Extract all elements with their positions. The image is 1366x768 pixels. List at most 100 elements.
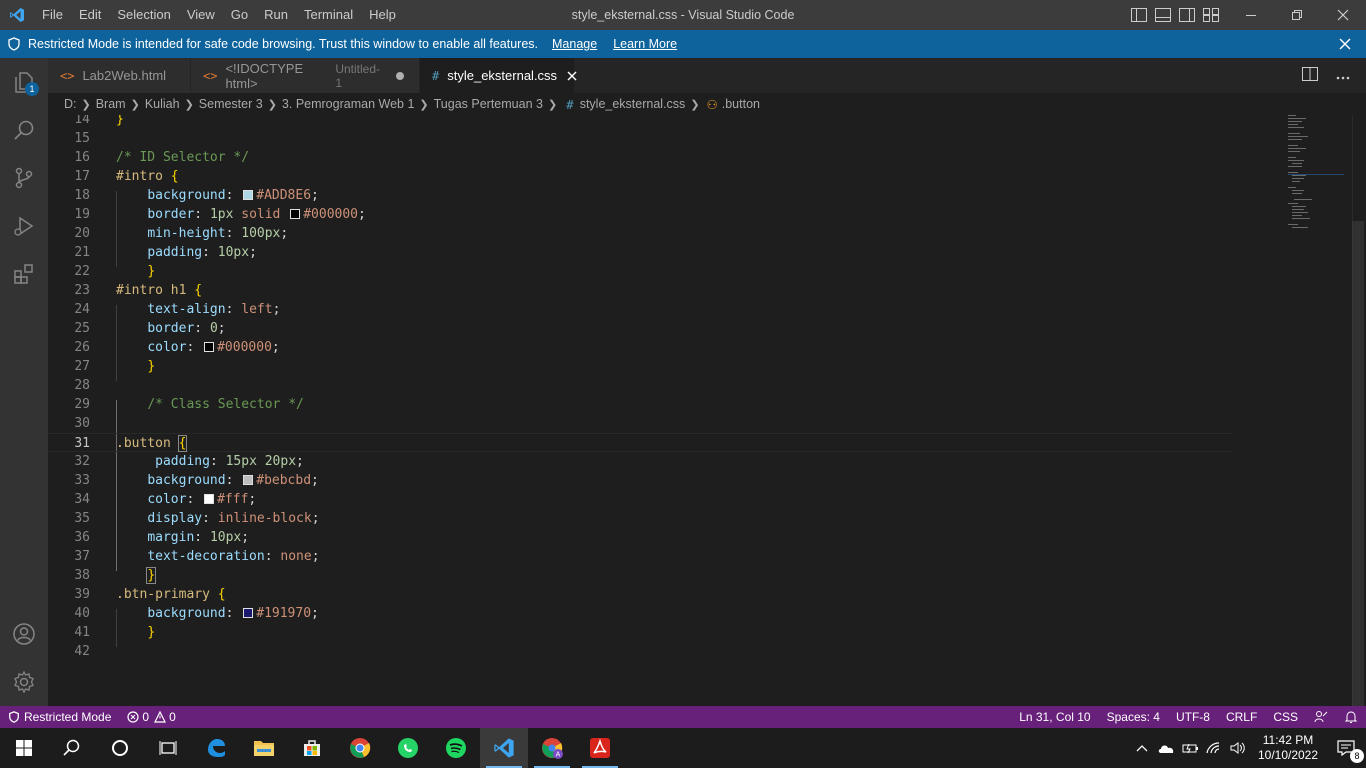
color-swatch[interactable]: [243, 608, 254, 618]
taskbar-search-icon[interactable]: [48, 728, 96, 768]
menu-selection[interactable]: Selection: [109, 0, 178, 30]
code-line: 33 background: #bebcbd;: [74, 473, 319, 488]
source-control-icon[interactable]: [0, 154, 48, 202]
extensions-icon[interactable]: [0, 250, 48, 298]
minimap[interactable]: [1280, 115, 1354, 706]
html-file-icon: <>: [60, 68, 75, 83]
eol-status[interactable]: CRLF: [1218, 706, 1265, 728]
code-line: 35 display: inline-block;: [74, 511, 320, 526]
manage-gear-icon[interactable]: [0, 658, 48, 706]
file-explorer-icon[interactable]: [240, 728, 288, 768]
svg-text:A: A: [556, 752, 561, 759]
restricted-mode-label: Restricted Mode: [24, 710, 112, 724]
menu-run[interactable]: Run: [256, 0, 296, 30]
acrobat-icon[interactable]: [576, 728, 624, 768]
code-line: 19 border: 1px solid #000000;: [74, 207, 366, 222]
breadcrumb-bram[interactable]: Bram: [96, 97, 126, 111]
search-icon[interactable]: [0, 106, 48, 154]
breadcrumb-pemrograman[interactable]: 3. Pemrograman Web 1: [282, 97, 414, 111]
tab-style-eksternal-css[interactable]: # style_eksternal.css: [420, 58, 577, 93]
microsoft-store-icon[interactable]: [288, 728, 336, 768]
edge-browser-icon[interactable]: [192, 728, 240, 768]
learn-more-link[interactable]: Learn More: [613, 37, 677, 51]
menu-help[interactable]: Help: [361, 0, 404, 30]
volume-icon[interactable]: [1226, 728, 1250, 768]
code-line: 17 #intro {: [74, 169, 179, 184]
color-swatch[interactable]: [204, 342, 215, 352]
warning-icon: [154, 711, 167, 723]
code-line: 25 border: 0;: [74, 321, 226, 336]
breadcrumb: D: ❯ Bram ❯ Kuliah ❯ Semester 3 ❯ 3. Pemrogr…: [48, 93, 1366, 115]
accounts-icon[interactable]: [0, 610, 48, 658]
close-window-icon[interactable]: [1320, 0, 1366, 30]
menu-view[interactable]: View: [179, 0, 223, 30]
language-mode[interactable]: CSS: [1265, 706, 1306, 728]
windows-start-icon[interactable]: [0, 728, 48, 768]
code-line: 14}: [74, 115, 124, 127]
chevron-right-icon: ❯: [419, 98, 429, 111]
battery-icon[interactable]: [1178, 728, 1202, 768]
cortana-icon[interactable]: [96, 728, 144, 768]
split-editor-icon[interactable]: [1302, 67, 1318, 84]
toggle-secondary-sidebar-icon[interactable]: [1178, 6, 1196, 24]
breadcrumb-tugas[interactable]: Tugas Pertemuan 3: [434, 97, 543, 111]
color-swatch[interactable]: [243, 190, 254, 200]
code-line: 32 padding: 15px 20px;: [74, 454, 304, 469]
action-center-icon[interactable]: 8: [1326, 728, 1366, 768]
whatsapp-icon[interactable]: [384, 728, 432, 768]
onedrive-cloud-icon[interactable]: [1154, 728, 1178, 768]
chrome-profile-icon[interactable]: A: [528, 728, 576, 768]
restore-icon[interactable]: [1274, 0, 1320, 30]
manage-link[interactable]: Manage: [552, 37, 597, 51]
toggle-panel-icon[interactable]: [1154, 6, 1172, 24]
code-line: 24 text-align: left;: [74, 302, 281, 317]
more-actions-icon[interactable]: [1336, 68, 1350, 83]
toggle-primary-sidebar-icon[interactable]: [1130, 6, 1148, 24]
feedback-icon[interactable]: [1306, 706, 1336, 728]
spotify-icon[interactable]: [432, 728, 480, 768]
vertical-scrollbar[interactable]: [1352, 221, 1364, 706]
menu-go[interactable]: Go: [223, 0, 256, 30]
problems-status[interactable]: 0 0: [119, 706, 183, 728]
run-debug-icon[interactable]: [0, 202, 48, 250]
tab-label: <!IDOCTYPE html>: [225, 60, 304, 91]
breadcrumb-semester[interactable]: Semester 3: [199, 97, 263, 111]
code-editor[interactable]: 14} 15 16/* ID Selector */ 17 #intro { 18…: [48, 115, 1366, 706]
explorer-icon[interactable]: 1: [0, 58, 48, 106]
menu-edit[interactable]: Edit: [71, 0, 109, 30]
color-swatch[interactable]: [290, 209, 301, 219]
menu-terminal[interactable]: Terminal: [296, 0, 361, 30]
code-line: 27 }: [74, 359, 156, 374]
customize-layout-icon[interactable]: [1202, 6, 1220, 24]
code-line: 22 }: [74, 264, 156, 279]
explorer-badge: 1: [25, 82, 39, 96]
task-view-icon[interactable]: [144, 728, 192, 768]
color-swatch[interactable]: [204, 494, 215, 504]
breadcrumb-drive[interactable]: D:: [64, 97, 77, 111]
tab-lab2web-html[interactable]: <> Lab2Web.html: [48, 58, 191, 93]
taskbar-clock[interactable]: 11:42 PM 10/10/2022: [1250, 733, 1326, 763]
chevron-up-icon[interactable]: [1130, 728, 1154, 768]
vscode-taskbar-icon[interactable]: [480, 728, 528, 768]
indentation-status[interactable]: Spaces: 4: [1099, 706, 1168, 728]
minimize-icon[interactable]: [1228, 0, 1274, 30]
tab-untitled-1[interactable]: <> <!IDOCTYPE html> Untitled-1: [191, 58, 420, 93]
unsaved-dot-icon[interactable]: [392, 71, 407, 81]
breadcrumb-kuliah[interactable]: Kuliah: [145, 97, 180, 111]
restricted-mode-status[interactable]: Restricted Mode: [0, 706, 120, 728]
clock-time: 11:42 PM: [1262, 733, 1314, 747]
code-line: 40 background: #191970;: [74, 606, 319, 621]
close-banner-icon[interactable]: [1336, 35, 1354, 53]
menu-file[interactable]: File: [34, 0, 71, 30]
close-tab-icon[interactable]: [567, 71, 577, 81]
notifications-bell-icon[interactable]: [1336, 706, 1366, 728]
breadcrumb-symbol[interactable]: .button: [722, 97, 760, 111]
breadcrumb-file[interactable]: style_eksternal.css: [580, 97, 686, 111]
cursor-position[interactable]: Ln 31, Col 10: [1011, 706, 1098, 728]
chrome-icon[interactable]: [336, 728, 384, 768]
encoding-status[interactable]: UTF-8: [1168, 706, 1218, 728]
code-line: 38 }: [74, 567, 157, 584]
wifi-icon[interactable]: [1202, 728, 1226, 768]
color-swatch[interactable]: [243, 475, 254, 485]
restricted-mode-banner: Restricted Mode is intended for safe cod…: [0, 30, 1366, 58]
